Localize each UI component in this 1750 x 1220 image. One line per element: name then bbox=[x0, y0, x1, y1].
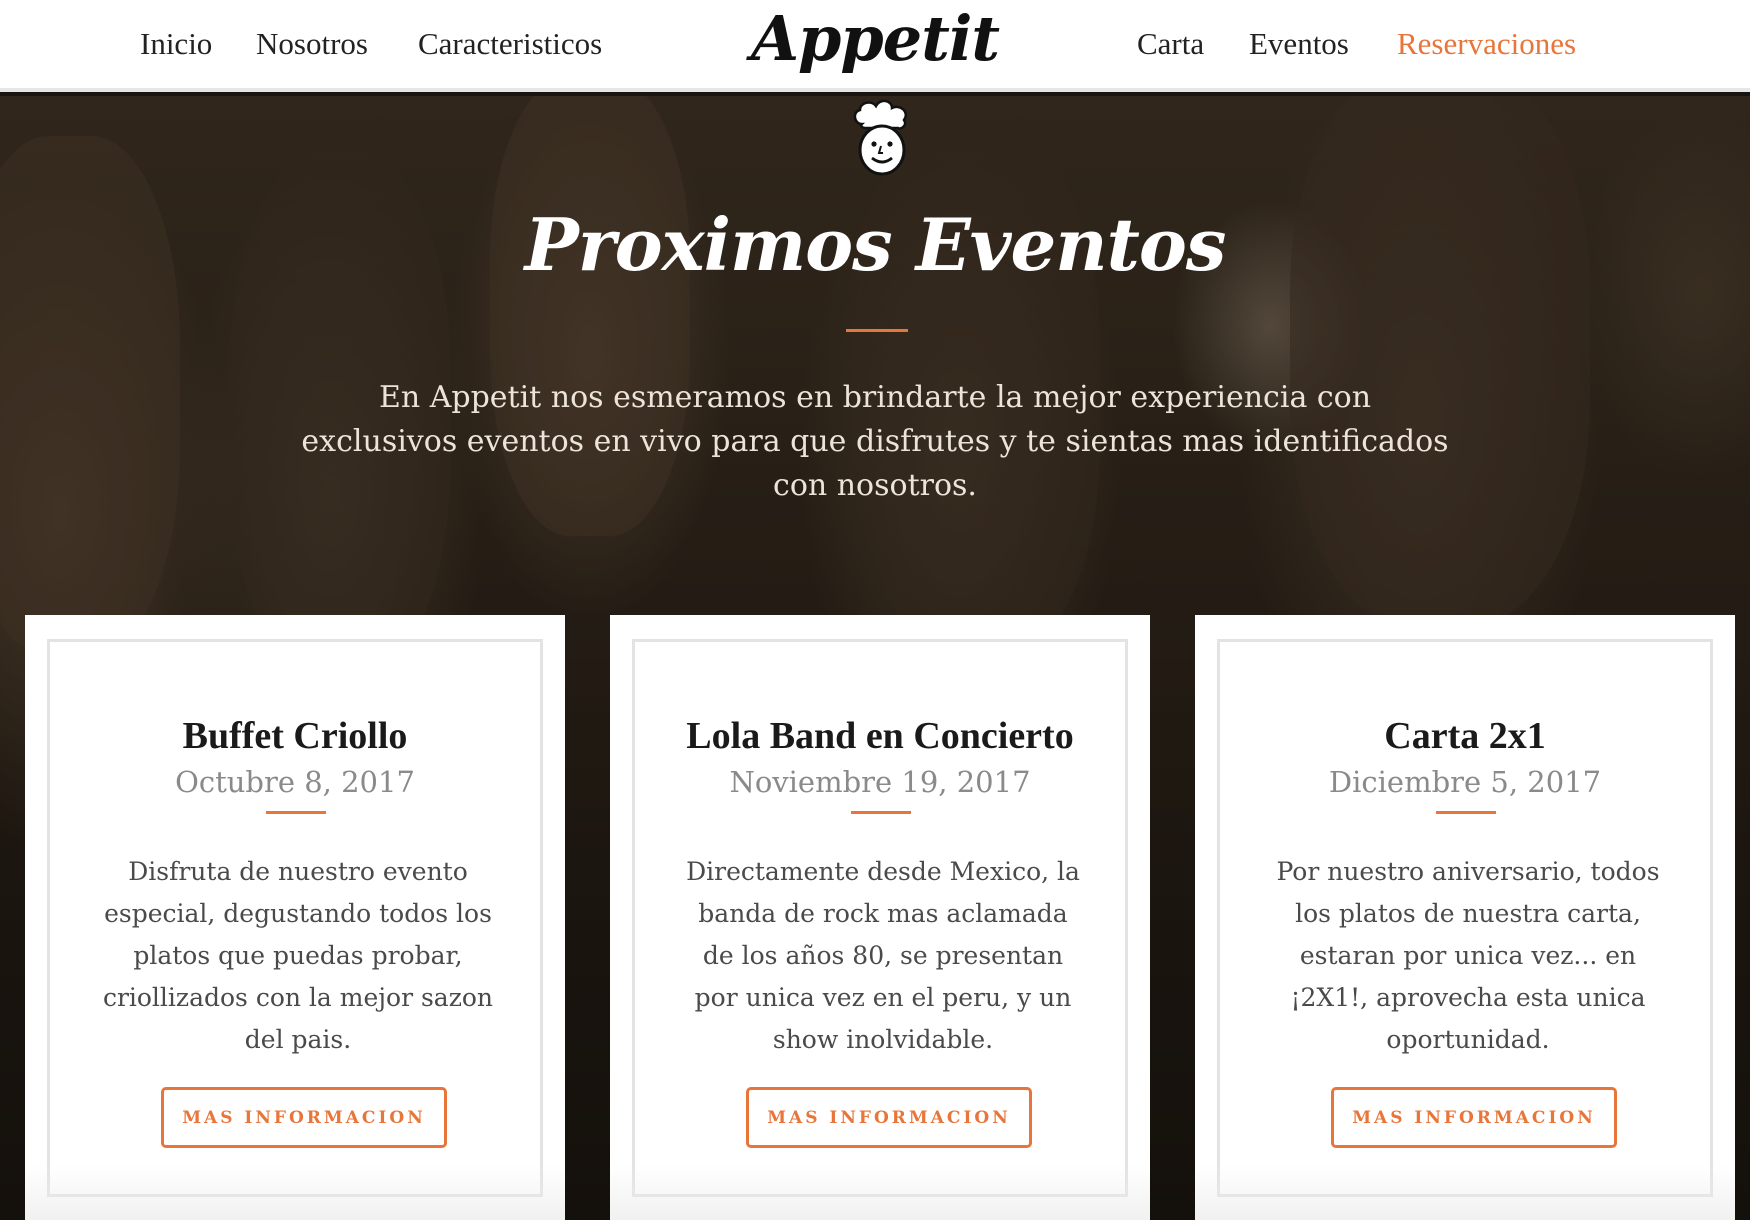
event-divider bbox=[266, 811, 326, 814]
event-divider bbox=[1436, 811, 1496, 814]
event-date: Diciembre 5, 2017 bbox=[1328, 765, 1602, 799]
event-card-frame: Buffet Criollo Octubre 8, 2017 Disfruta … bbox=[47, 639, 543, 1197]
nav-link-inicio[interactable]: Inicio bbox=[140, 26, 212, 62]
top-navigation: Inicio Nosotros Caracteristicos Appetit … bbox=[0, 0, 1750, 92]
event-title: Carta 2x1 bbox=[1384, 715, 1546, 757]
title-divider bbox=[846, 329, 908, 332]
event-description: Disfruta de nuestro evento especial, deg… bbox=[102, 857, 494, 1054]
event-title: Buffet Criollo bbox=[182, 715, 408, 757]
card-bottom-fade bbox=[1195, 1165, 1735, 1220]
event-description: Directamente desde Mexico, la banda de r… bbox=[686, 857, 1080, 1054]
event-date: Octubre 8, 2017 bbox=[175, 765, 415, 799]
hero-description: En Appetit nos esmeramos en brindarte la… bbox=[301, 380, 1449, 503]
chef-icon bbox=[853, 99, 908, 176]
card-bottom-fade bbox=[25, 1165, 565, 1220]
event-card: Carta 2x1 Diciembre 5, 2017 Por nuestro … bbox=[1195, 615, 1735, 1220]
nav-link-nosotros[interactable]: Nosotros bbox=[256, 26, 368, 62]
event-title: Lola Band en Concierto bbox=[686, 715, 1074, 757]
site-logo[interactable]: Appetit bbox=[751, 2, 1000, 75]
more-info-button[interactable]: MAS INFORMACION bbox=[161, 1087, 447, 1148]
card-bottom-fade bbox=[610, 1165, 1150, 1220]
more-info-button[interactable]: MAS INFORMACION bbox=[1331, 1087, 1617, 1148]
event-card-frame: Carta 2x1 Diciembre 5, 2017 Por nuestro … bbox=[1217, 639, 1713, 1197]
event-card: Lola Band en Concierto Noviembre 19, 201… bbox=[610, 615, 1150, 1220]
more-info-button[interactable]: MAS INFORMACION bbox=[746, 1087, 1032, 1148]
nav-link-eventos[interactable]: Eventos bbox=[1249, 26, 1349, 62]
event-card: Buffet Criollo Octubre 8, 2017 Disfruta … bbox=[25, 615, 565, 1220]
page-title: Proximos Eventos bbox=[524, 202, 1227, 287]
event-description: Por nuestro aniversario, todos los plato… bbox=[1276, 857, 1660, 1054]
event-date: Noviembre 19, 2017 bbox=[729, 765, 1031, 799]
nav-link-reservaciones[interactable]: Reservaciones bbox=[1397, 26, 1576, 62]
event-divider bbox=[851, 811, 911, 814]
event-card-frame: Lola Band en Concierto Noviembre 19, 201… bbox=[632, 639, 1128, 1197]
nav-link-caracteristicos[interactable]: Caracteristicos bbox=[418, 26, 602, 62]
nav-link-carta[interactable]: Carta bbox=[1137, 26, 1204, 62]
